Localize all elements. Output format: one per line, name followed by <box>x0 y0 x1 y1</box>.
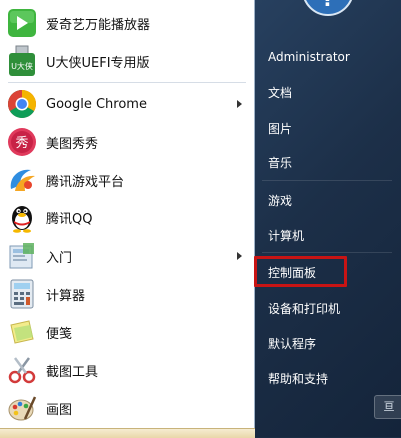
divider <box>262 180 392 181</box>
program-label: 爱奇艺万能播放器 <box>46 17 151 33</box>
menu-help-support[interactable]: 帮助和支持 <box>268 370 328 387</box>
shutdown-button[interactable]: 亘 <box>374 395 401 419</box>
sticky-notes-icon <box>6 316 38 348</box>
snipping-tool-icon <box>6 354 38 386</box>
program-label: 截图工具 <box>46 364 99 380</box>
iqiyi-player-icon <box>6 7 38 39</box>
program-item-chrome[interactable]: Google Chrome <box>4 86 250 122</box>
program-label: 计算器 <box>46 288 86 304</box>
menu-games[interactable]: 游戏 <box>268 192 292 209</box>
divider <box>262 252 392 253</box>
chrome-icon <box>6 88 38 120</box>
control-panel-highlight-box <box>254 256 347 287</box>
program-item-meitu[interactable]: 秀 美图秀秀 <box>4 124 250 160</box>
program-item-sticky-notes[interactable]: 便笺 <box>4 314 250 350</box>
programs-panel: 爱奇艺万能播放器 U大侠 U大侠UEFI专用版 Google Chrome 秀 … <box>0 0 255 438</box>
divider <box>8 82 246 83</box>
program-item-snipping-tool[interactable]: 截图工具 <box>4 352 250 388</box>
menu-music[interactable]: 音乐 <box>268 154 292 171</box>
program-label: 画图 <box>46 402 73 418</box>
menu-computer[interactable]: 计算机 <box>268 227 304 244</box>
udaxia-usb-icon: U大侠 <box>6 45 38 77</box>
menu-devices-printers[interactable]: 设备和打印机 <box>268 300 340 317</box>
user-name-link[interactable]: Administrator <box>268 50 350 64</box>
meitu-icon-text: 秀 <box>15 136 28 151</box>
submenu-arrow-icon <box>237 100 242 108</box>
menu-documents[interactable]: 文档 <box>268 84 292 101</box>
program-label: Google Chrome <box>46 96 147 112</box>
submenu-arrow-icon <box>237 252 242 260</box>
getting-started-icon <box>6 240 38 272</box>
program-item-calculator[interactable]: 计算器 <box>4 276 250 312</box>
program-label: 腾讯游戏平台 <box>46 174 125 190</box>
calculator-icon <box>6 278 38 310</box>
svg-text:?: ? <box>322 0 334 11</box>
program-label: 便笺 <box>46 326 73 342</box>
user-avatar-icon[interactable]: ? <box>302 0 354 18</box>
program-item-qq[interactable]: 腾讯QQ <box>4 199 250 235</box>
program-label: U大侠UEFI专用版 <box>46 55 150 71</box>
program-item-tencent-games[interactable]: 腾讯游戏平台 <box>4 162 250 198</box>
program-item-getting-started[interactable]: 入门 <box>4 238 250 274</box>
menu-default-programs[interactable]: 默认程序 <box>268 335 316 352</box>
program-label: 腾讯QQ <box>46 211 93 227</box>
udaxia-icon-text: U大侠 <box>11 61 33 71</box>
program-item-paint[interactable]: 画图 <box>4 390 250 426</box>
menu-pictures[interactable]: 图片 <box>268 120 292 137</box>
program-label: 入门 <box>46 250 73 266</box>
qq-penguin-icon <box>6 201 38 233</box>
program-item-udaxia[interactable]: U大侠 U大侠UEFI专用版 <box>4 43 250 79</box>
program-item-iqiyi[interactable]: 爱奇艺万能播放器 <box>4 5 250 41</box>
paint-icon <box>6 392 38 424</box>
meitu-icon: 秀 <box>6 126 38 158</box>
program-label: 美图秀秀 <box>46 136 99 152</box>
tencent-games-icon <box>6 164 38 196</box>
